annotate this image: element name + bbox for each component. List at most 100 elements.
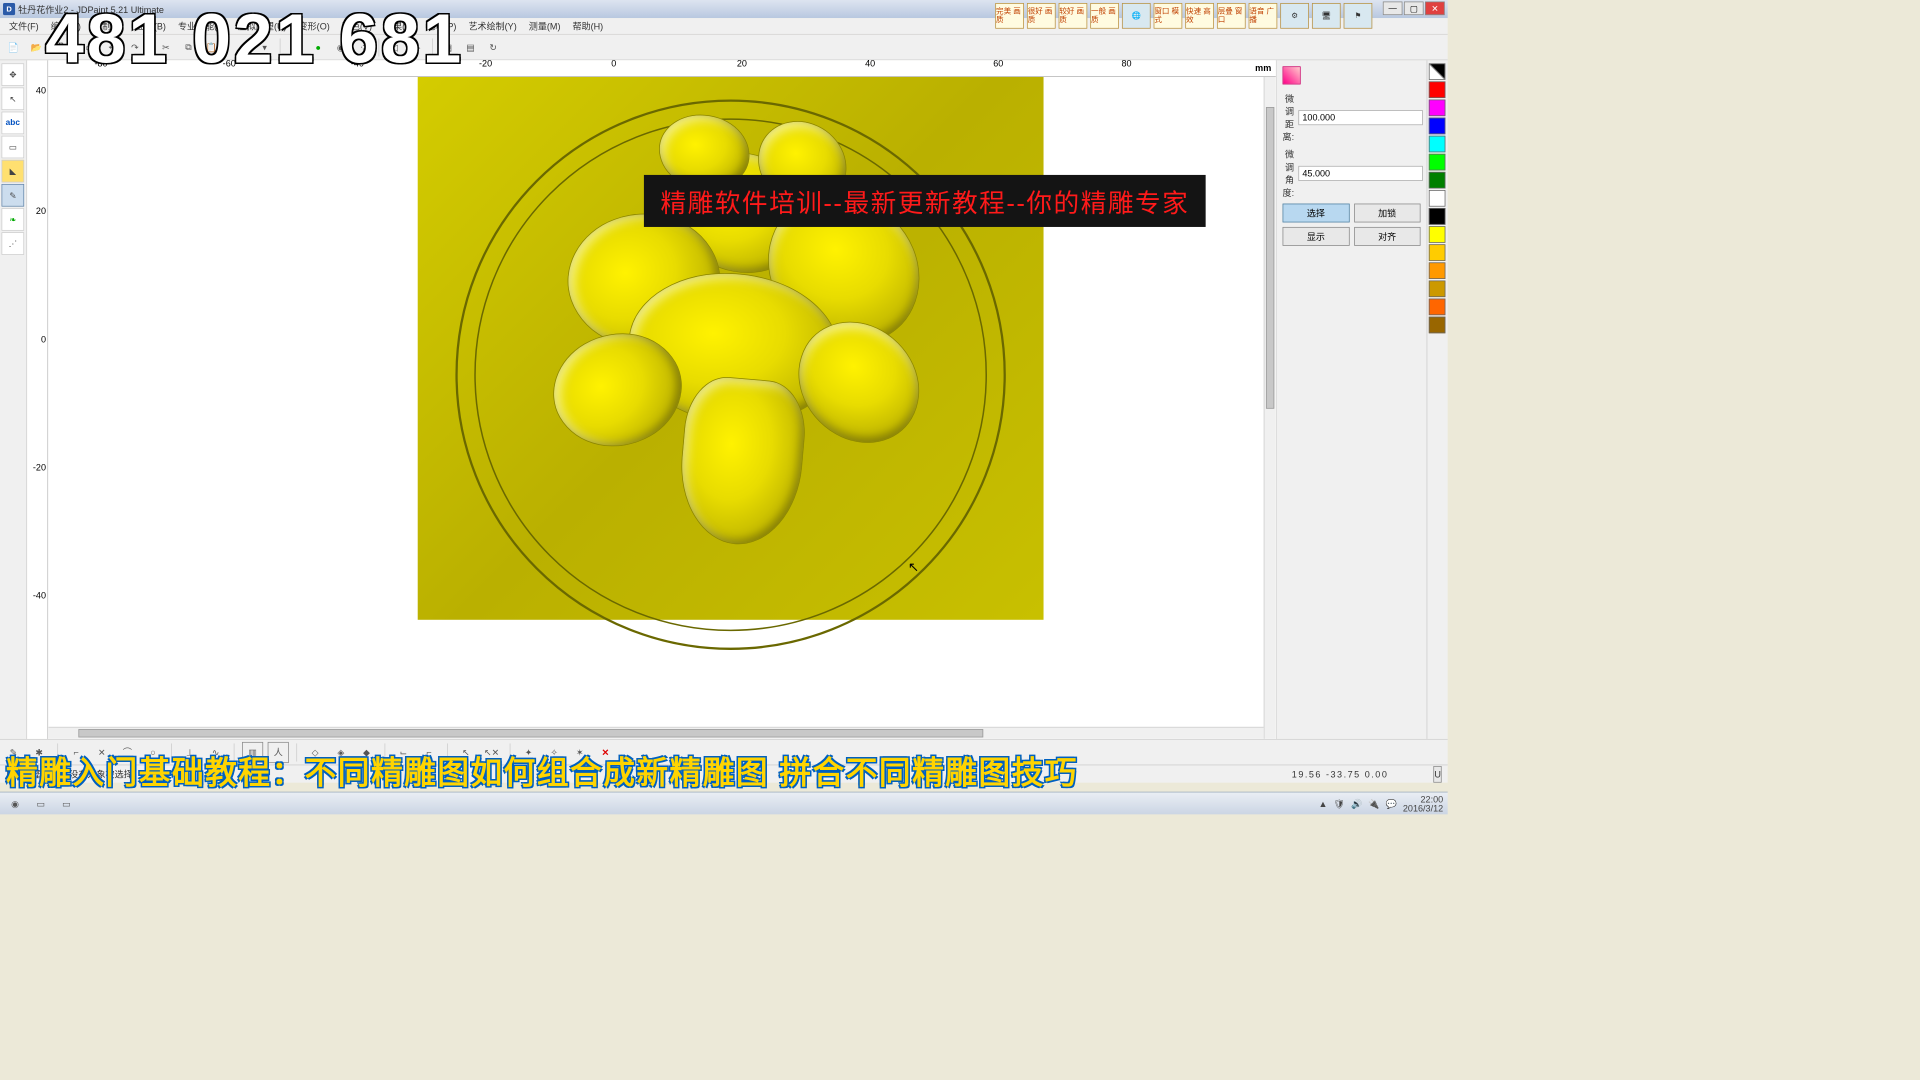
current-color-swatch[interactable] <box>1283 66 1301 84</box>
tray-icon[interactable]: 🔌 <box>1368 798 1379 809</box>
start-button[interactable]: ◉ <box>5 793 26 814</box>
swatch[interactable] <box>1429 172 1446 189</box>
tool-pencil-icon[interactable]: ✎ <box>2 184 25 207</box>
bt-curve-icon[interactable]: ∿ <box>205 742 226 763</box>
bt-corner-icon[interactable]: ⌐ <box>66 742 87 763</box>
swatch[interactable] <box>1429 154 1446 171</box>
bt-spark3-icon[interactable]: ✶ <box>569 742 590 763</box>
bt-perp-icon[interactable]: ⊥ <box>179 742 200 763</box>
redo-icon[interactable]: ↷ <box>124 37 145 58</box>
green-dot-icon[interactable]: ● <box>308 37 329 58</box>
swatch[interactable] <box>1429 280 1446 297</box>
bt-pointer-x-icon[interactable]: ↖✕ <box>481 742 502 763</box>
task-item[interactable]: ▭ <box>56 793 77 814</box>
prev-icon[interactable]: ◁ <box>384 37 405 58</box>
close-button[interactable]: ✕ <box>1425 2 1445 16</box>
settings-icon[interactable]: ⚙ <box>1280 3 1309 29</box>
quality-normal-button[interactable]: 一般 画质 <box>1090 3 1119 29</box>
mode-voice-button[interactable]: 语音 广播 <box>1249 3 1278 29</box>
tray-icon[interactable]: 💬 <box>1386 798 1397 809</box>
select-rect-icon[interactable]: ▭ <box>79 37 100 58</box>
menu-color[interactable]: 颜色(V) <box>336 18 378 34</box>
swatch[interactable] <box>1429 208 1446 225</box>
quality-good-button[interactable]: 较好 画质 <box>1059 3 1088 29</box>
undo-icon[interactable]: ↶ <box>102 37 123 58</box>
bt-boxed-b-icon[interactable]: 人 <box>268 742 289 763</box>
bt-arc-icon[interactable]: ⌒ <box>117 742 138 763</box>
refresh-icon[interactable]: ↻ <box>483 37 504 58</box>
swatch[interactable] <box>1429 63 1446 80</box>
menu-options[interactable]: 选项(P) <box>420 18 462 34</box>
minimize-button[interactable]: — <box>1383 2 1403 16</box>
menu-help[interactable]: 帮助(H) <box>567 18 610 34</box>
tool-move-icon[interactable]: ✥ <box>2 63 25 86</box>
menu-deform[interactable]: 变形(O) <box>293 18 336 34</box>
quality-verygood-button[interactable]: 很好 画质 <box>1027 3 1056 29</box>
tool-stitch-icon[interactable]: ⋰ <box>2 232 25 255</box>
bt-spark1-icon[interactable]: ✦ <box>518 742 539 763</box>
bt-pointer-icon[interactable]: ↖ <box>455 742 476 763</box>
swatch[interactable] <box>1429 81 1446 98</box>
swatch[interactable] <box>1429 100 1446 117</box>
bt-node-icon[interactable]: ✱ <box>29 742 50 763</box>
grid-b-icon[interactable]: ▤ <box>460 37 481 58</box>
copy-icon[interactable]: ⧉ <box>178 37 199 58</box>
tray-icon[interactable]: 🔊 <box>1351 798 1362 809</box>
flag-icon[interactable]: ⚑ <box>1344 3 1373 29</box>
bt-pen-icon[interactable]: ✎ <box>3 742 24 763</box>
menu-art[interactable]: 艺术绘制(Y) <box>462 18 522 34</box>
swatch[interactable] <box>1429 136 1446 153</box>
tool-shape-icon[interactable]: ◣ <box>2 160 25 183</box>
align-button[interactable]: 对齐 <box>1354 227 1421 246</box>
unit-toggle-button[interactable]: U <box>1434 766 1442 783</box>
swatch[interactable] <box>1429 118 1446 135</box>
new-file-icon[interactable]: 📄 <box>3 37 24 58</box>
swatch[interactable] <box>1429 190 1446 207</box>
monitor-icon[interactable]: 🖥 <box>1312 3 1341 29</box>
mode-window-button[interactable]: 窗口 模式 <box>1154 3 1183 29</box>
swatch[interactable] <box>1429 226 1446 243</box>
menu-measure[interactable]: 测量(M) <box>523 18 567 34</box>
toggle-icon[interactable]: ◉ <box>330 37 351 58</box>
tool-text-icon[interactable]: abc <box>2 112 25 135</box>
bt-axis2-icon[interactable]: ⌐ <box>418 742 439 763</box>
menu-effect[interactable]: 效果(E) <box>378 18 420 34</box>
scrollbar-horizontal[interactable] <box>48 727 1263 739</box>
tray-icon[interactable]: 🛡 <box>1333 798 1344 809</box>
swatch[interactable] <box>1429 262 1446 279</box>
menu-sculpt[interactable]: 虚拟雕塑(U) <box>232 18 293 34</box>
bt-cross-icon[interactable]: ✕ <box>91 742 112 763</box>
globe-icon[interactable]: 🌐 <box>1122 3 1151 29</box>
tool-arrow-icon[interactable]: ↖ <box>2 87 25 110</box>
menu-file[interactable]: 文件(F) <box>3 18 45 34</box>
canvas[interactable]: 精雕软件培训--最新更新教程--你的精雕专家 ↖ <box>48 77 1276 739</box>
bt-diamond3-icon[interactable]: ◆ <box>356 742 377 763</box>
paste-icon[interactable]: 📋 <box>201 37 222 58</box>
save-icon[interactable]: 💾 <box>48 37 69 58</box>
micro-angle-input[interactable] <box>1299 166 1423 181</box>
bt-boxed-a-icon[interactable]: ▥ <box>242 742 263 763</box>
tool-leaf-icon[interactable]: ❧ <box>2 208 25 231</box>
menu-draw[interactable]: 绘制(D) <box>87 18 130 34</box>
display-button[interactable]: 显示 <box>1283 227 1350 246</box>
bt-diamond1-icon[interactable]: ◇ <box>305 742 326 763</box>
next-icon[interactable]: ▷ <box>406 37 427 58</box>
light-icon[interactable]: 💡 <box>285 37 306 58</box>
scrollbar-vertical[interactable] <box>1264 77 1276 739</box>
grid-a-icon[interactable]: ▦ <box>437 37 458 58</box>
dropdown-icon[interactable]: ▾ <box>254 37 275 58</box>
quality-perfect-button[interactable]: 完美 画质 <box>995 3 1024 29</box>
tool-rect-icon[interactable]: ▭ <box>2 136 25 159</box>
bt-spark2-icon[interactable]: ✧ <box>544 742 565 763</box>
bt-delete-icon[interactable]: ✕ <box>595 742 616 763</box>
swatch[interactable] <box>1429 317 1446 334</box>
menu-surface[interactable]: 曲面(B) <box>130 18 172 34</box>
open-file-icon[interactable]: 📂 <box>26 37 47 58</box>
bt-circle-icon[interactable]: ○ <box>143 742 164 763</box>
tray-icon[interactable]: ▲ <box>1318 798 1327 809</box>
micro-distance-input[interactable] <box>1299 110 1423 125</box>
mode-cascade-button[interactable]: 层叠 窗口 <box>1217 3 1246 29</box>
tray-clock[interactable]: 22:00 2016/3/12 <box>1403 794 1443 812</box>
nodes-icon[interactable]: ⁘ <box>353 37 374 58</box>
swatch[interactable] <box>1429 244 1446 261</box>
